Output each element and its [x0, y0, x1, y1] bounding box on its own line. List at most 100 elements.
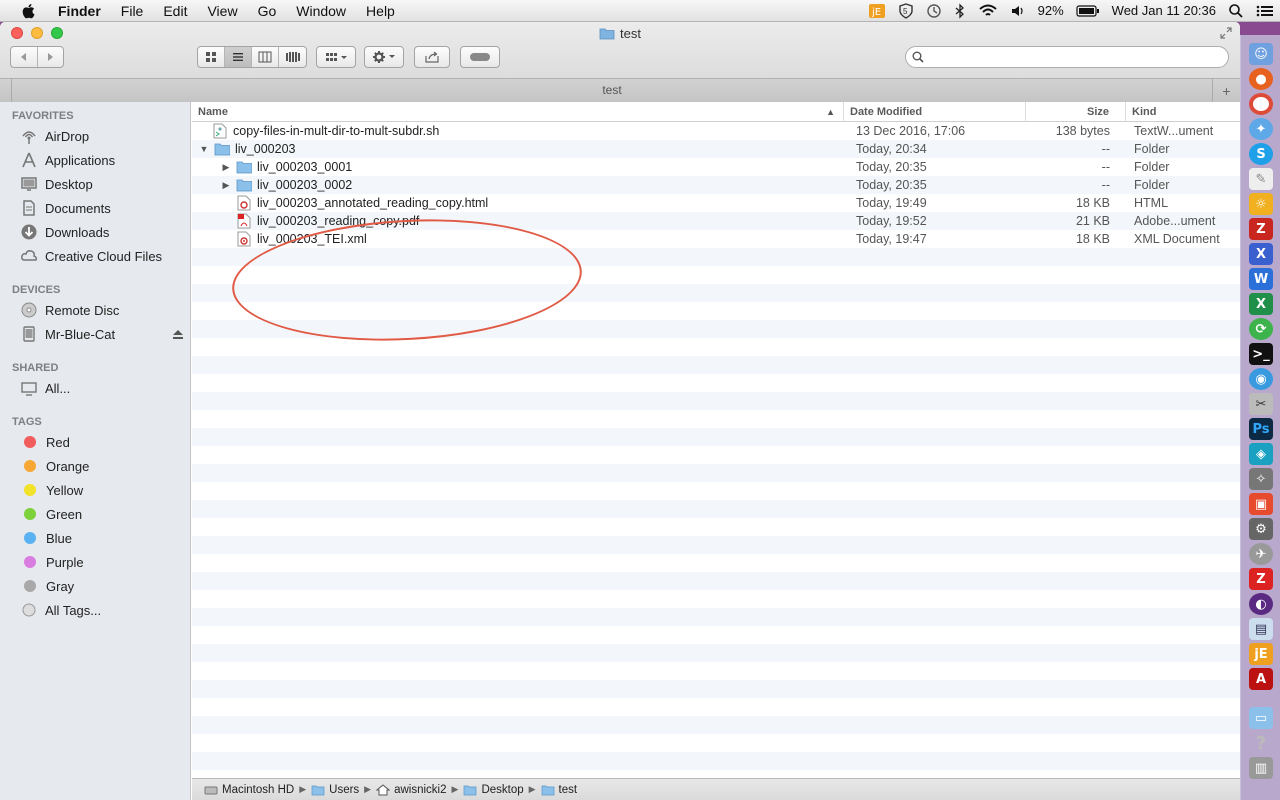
sidebar-tag-gray[interactable]: Gray: [0, 574, 190, 598]
sidebar-item-creative-cloud[interactable]: Creative Cloud Files: [0, 244, 190, 268]
table-row[interactable]: ▼ liv_000203 Today, 20:34 -- Folder: [192, 140, 1240, 158]
sidebar-item-downloads[interactable]: Downloads: [0, 220, 190, 244]
tab-test[interactable]: test: [12, 79, 1212, 103]
notification-center-icon[interactable]: [1250, 4, 1280, 18]
table-row[interactable]: ▶ liv_000203_0002 Today, 20:35 -- Folder: [192, 176, 1240, 194]
sidebar-tag-purple[interactable]: Purple: [0, 550, 190, 574]
sidebar-item-mr-blue-cat[interactable]: Mr-Blue-Cat: [0, 322, 190, 346]
menu-help[interactable]: Help: [356, 0, 405, 22]
path-crumb-macintosh-hd[interactable]: Macintosh HD: [204, 784, 294, 796]
photoshop-dock-icon[interactable]: Ps: [1249, 418, 1273, 440]
acrobat-dock-icon[interactable]: A: [1249, 668, 1273, 690]
disclosure-collapsed-icon[interactable]: ▶: [220, 180, 232, 191]
list-view-button[interactable]: [225, 47, 252, 67]
xmind-dock-icon[interactable]: X: [1249, 243, 1273, 265]
preview-dock-icon[interactable]: ▤: [1249, 618, 1273, 640]
sidebar-item-all-tags[interactable]: All Tags...: [0, 598, 190, 622]
arrange-button[interactable]: [317, 47, 355, 67]
fullscreen-icon[interactable]: [1220, 27, 1232, 39]
shield-status-icon[interactable]: 5: [892, 3, 920, 19]
sync-dock-icon[interactable]: ⟳: [1249, 318, 1273, 340]
table-row[interactable]: liv_000203_reading_copy.pdf Today, 19:52…: [192, 212, 1240, 230]
path-crumb-desktop[interactable]: Desktop: [463, 784, 524, 796]
action-button[interactable]: [365, 47, 403, 67]
preferences-dock-icon[interactable]: ⚙: [1249, 518, 1273, 540]
menu-window[interactable]: Window: [286, 0, 356, 22]
jedit-dock-icon[interactable]: jE: [1249, 643, 1273, 665]
column-view-button[interactable]: [252, 47, 279, 67]
sidebar-tag-orange[interactable]: Orange: [0, 454, 190, 478]
eject-icon[interactable]: [172, 328, 184, 343]
clock[interactable]: Wed Jan 11 20:36: [1106, 0, 1222, 22]
disclosure-collapsed-icon[interactable]: ▶: [220, 162, 232, 173]
time-machine-icon[interactable]: [920, 3, 948, 19]
path-crumb-home[interactable]: awisnicki2: [376, 784, 447, 796]
column-header-date[interactable]: Date Modified: [844, 102, 1026, 122]
github-dock-icon[interactable]: ◐: [1249, 593, 1273, 615]
search-field[interactable]: [905, 46, 1229, 68]
menu-edit[interactable]: Edit: [153, 0, 197, 22]
share-button[interactable]: [415, 47, 449, 67]
oxygen-dock-icon[interactable]: ◈: [1249, 443, 1273, 465]
table-row[interactable]: copy-files-in-mult-dir-to-mult-subdr.sh …: [192, 122, 1240, 140]
chrome-dock-icon[interactable]: [1249, 93, 1273, 115]
volume-icon[interactable]: [1004, 3, 1032, 19]
table-row[interactable]: liv_000203_annotated_reading_copy.html T…: [192, 194, 1240, 212]
icon-view-button[interactable]: [198, 47, 225, 67]
table-row[interactable]: ▶ liv_000203_0001 Today, 20:35 -- Folder: [192, 158, 1240, 176]
launchpad-dock-icon[interactable]: ✈: [1249, 543, 1273, 565]
trash-icon[interactable]: ▥: [1249, 757, 1273, 779]
menu-view[interactable]: View: [197, 0, 247, 22]
menu-finder[interactable]: Finder: [48, 0, 111, 22]
photo-booth-dock-icon[interactable]: ▣: [1249, 493, 1273, 515]
sidebar-item-all-shared[interactable]: All...: [0, 376, 190, 400]
bluetooth-icon[interactable]: [948, 3, 972, 19]
skype-dock-icon[interactable]: S: [1249, 143, 1273, 165]
network-app-dock-icon[interactable]: ◉: [1249, 368, 1273, 390]
sidebar-tag-yellow[interactable]: Yellow: [0, 478, 190, 502]
firefox-dock-icon[interactable]: ●: [1249, 68, 1273, 90]
table-row[interactable]: liv_000203_TEI.xml Today, 19:47 18 KB XM…: [192, 230, 1240, 248]
filezilla-dock-icon[interactable]: Z: [1249, 218, 1273, 240]
word-dock-icon[interactable]: W: [1249, 268, 1273, 290]
apple-menu-icon[interactable]: [20, 2, 38, 20]
sidebar-item-desktop[interactable]: Desktop: [0, 172, 190, 196]
column-header-size[interactable]: Size: [1026, 102, 1126, 122]
battery-percent[interactable]: 92%: [1032, 0, 1070, 22]
sidebar-item-applications[interactable]: Applications: [0, 148, 190, 172]
column-header-name[interactable]: Name ▲: [192, 102, 844, 122]
back-button[interactable]: [11, 47, 38, 67]
path-crumb-users[interactable]: Users: [311, 784, 359, 796]
battery-icon[interactable]: [1070, 4, 1106, 18]
menu-go[interactable]: Go: [248, 0, 287, 22]
cyberduck-dock-icon[interactable]: ☼: [1249, 193, 1273, 215]
safari-dock-icon[interactable]: ✦: [1249, 118, 1273, 140]
forward-button[interactable]: [38, 47, 64, 67]
sidebar-item-airdrop[interactable]: AirDrop: [0, 124, 190, 148]
excel-dock-icon[interactable]: X: [1249, 293, 1273, 315]
tools-dock-icon[interactable]: ✂: [1249, 393, 1273, 415]
folder-dock-icon[interactable]: ▭: [1249, 707, 1273, 729]
finder-dock-icon[interactable]: ☺: [1249, 43, 1273, 65]
wifi-icon[interactable]: [972, 3, 1004, 19]
disclosure-expanded-icon[interactable]: ▼: [198, 144, 210, 154]
zotero-dock-icon[interactable]: Z: [1249, 568, 1273, 590]
sidebar-item-remote-disc[interactable]: Remote Disc: [0, 298, 190, 322]
sidebar-tag-green[interactable]: Green: [0, 502, 190, 526]
sidebar-item-documents[interactable]: Documents: [0, 196, 190, 220]
terminal-dock-icon[interactable]: >_: [1249, 343, 1273, 365]
sidebar-tag-red[interactable]: Red: [0, 430, 190, 454]
menu-file[interactable]: File: [111, 0, 154, 22]
textedit-dock-icon[interactable]: ✎: [1249, 168, 1273, 190]
spotlight-icon[interactable]: [1222, 3, 1250, 19]
coverflow-view-button[interactable]: [279, 47, 306, 67]
path-crumb-test[interactable]: test: [541, 784, 577, 796]
gimp-dock-icon[interactable]: ✧: [1249, 468, 1273, 490]
jedit-status-icon[interactable]: jE: [862, 3, 892, 19]
column-header-kind[interactable]: Kind: [1126, 102, 1240, 122]
sidebar-tag-blue[interactable]: Blue: [0, 526, 190, 550]
new-tab-button[interactable]: +: [1212, 79, 1240, 103]
search-input[interactable]: [928, 50, 1218, 64]
edit-tags-button[interactable]: [461, 47, 499, 67]
help-dock-icon[interactable]: ?: [1249, 732, 1273, 754]
